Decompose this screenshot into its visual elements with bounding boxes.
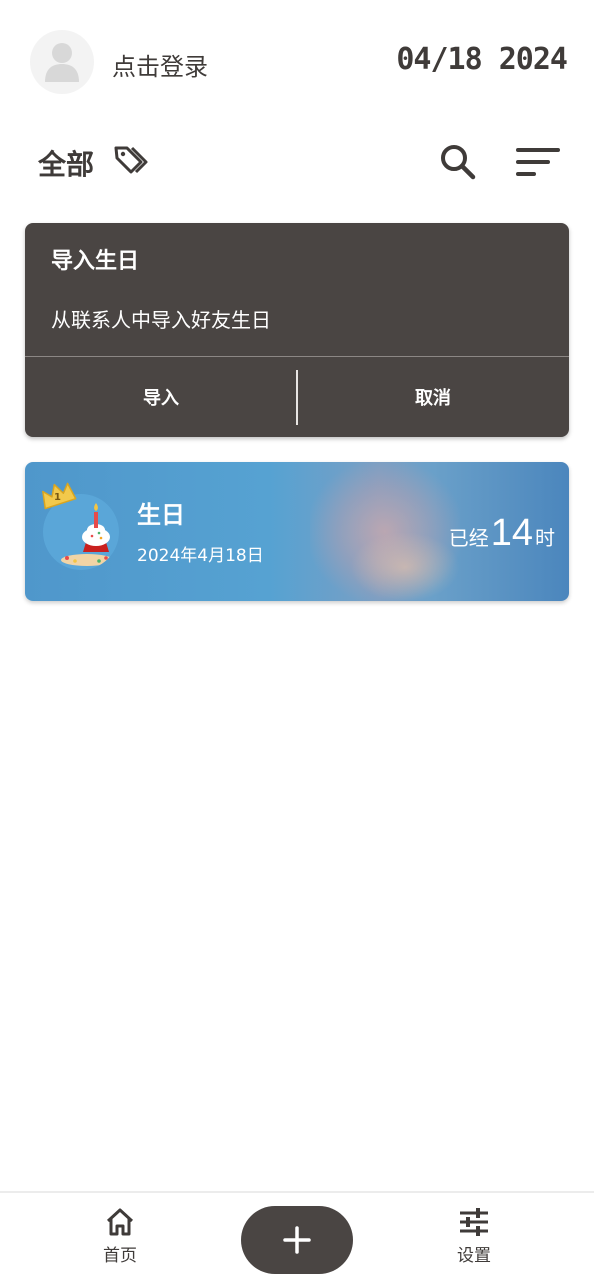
- header: 点击登录 04/18 2024: [0, 0, 594, 120]
- avatar[interactable]: [30, 30, 94, 94]
- import-button[interactable]: 导入: [25, 357, 297, 437]
- category-filter[interactable]: 全部: [38, 143, 94, 183]
- background-decoration: [350, 532, 460, 601]
- elapsed-value: 14: [490, 512, 533, 554]
- add-button[interactable]: [241, 1206, 353, 1274]
- import-birthday-dialog: 导入生日 从联系人中导入好友生日 导入 取消: [25, 223, 569, 437]
- login-link[interactable]: 点击登录: [112, 47, 208, 82]
- nav-settings[interactable]: 设置: [434, 1207, 514, 1266]
- nav-home[interactable]: 首页: [80, 1207, 160, 1266]
- sort-icon[interactable]: [514, 144, 560, 180]
- nav-settings-label: 设置: [457, 1246, 491, 1266]
- elapsed-prefix: 已经: [448, 526, 489, 550]
- birthday-title: 生日: [137, 501, 185, 529]
- bottom-navigation: 首页 设置: [0, 1191, 594, 1282]
- nav-home-label: 首页: [103, 1246, 137, 1266]
- elapsed-unit: 时: [535, 526, 555, 550]
- dialog-description: 从联系人中导入好友生日: [51, 308, 271, 332]
- tags-icon[interactable]: [113, 144, 149, 176]
- current-date: 04/18 2024: [396, 42, 568, 77]
- plus-icon: [283, 1226, 311, 1254]
- user-avatar-icon: [45, 43, 79, 82]
- birthday-date: 2024年4月18日: [137, 546, 264, 566]
- elapsed-time: 已经 14 时: [449, 512, 555, 555]
- search-icon[interactable]: [438, 142, 478, 182]
- sliders-icon: [460, 1208, 488, 1236]
- filter-row: 全部: [0, 130, 594, 190]
- home-icon: [106, 1208, 134, 1236]
- dialog-title: 导入生日: [51, 249, 140, 274]
- birthday-card[interactable]: 1 生日 2024年4月18日 已经 14 时: [25, 462, 569, 601]
- rank-badge: 1: [54, 492, 61, 503]
- cancel-button[interactable]: 取消: [297, 357, 569, 437]
